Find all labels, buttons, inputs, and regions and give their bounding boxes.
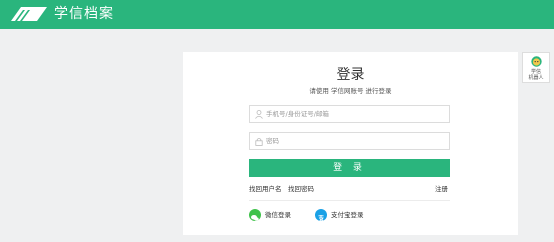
top-header: 学信档案 (0, 0, 554, 29)
login-card: 登录 请使用 学信网账号 进行登录 登 录 找回用户名 找回密码 注册 微信登录 (183, 52, 518, 235)
password-field[interactable] (249, 132, 450, 150)
robot-label-line2: 机器人 (528, 75, 544, 81)
find-username-link[interactable]: 找回用户名 (249, 185, 282, 194)
find-password-link[interactable]: 找回密码 (288, 185, 314, 194)
alipay-login-label: 支付宝登录 (331, 211, 364, 219)
lock-icon (255, 137, 263, 146)
login-title: 登录 (336, 67, 365, 83)
login-button[interactable]: 登 录 (249, 159, 450, 177)
username-field[interactable] (249, 105, 450, 123)
divider (249, 200, 450, 201)
book-logo-icon[interactable] (9, 5, 49, 23)
robot-assistant-button[interactable]: 学信 机器人 (522, 52, 550, 83)
app-name[interactable]: 学信档案 (54, 5, 114, 23)
register-link[interactable]: 注册 (435, 185, 448, 194)
user-icon (255, 110, 263, 119)
password-input[interactable] (266, 135, 446, 147)
username-input[interactable] (266, 108, 446, 120)
wechat-login-label: 微信登录 (265, 211, 291, 219)
robot-icon (531, 56, 542, 67)
login-subtitle: 请使用 学信网账号 进行登录 (309, 87, 392, 95)
wechat-icon (249, 209, 261, 221)
alipay-icon (315, 209, 327, 222)
